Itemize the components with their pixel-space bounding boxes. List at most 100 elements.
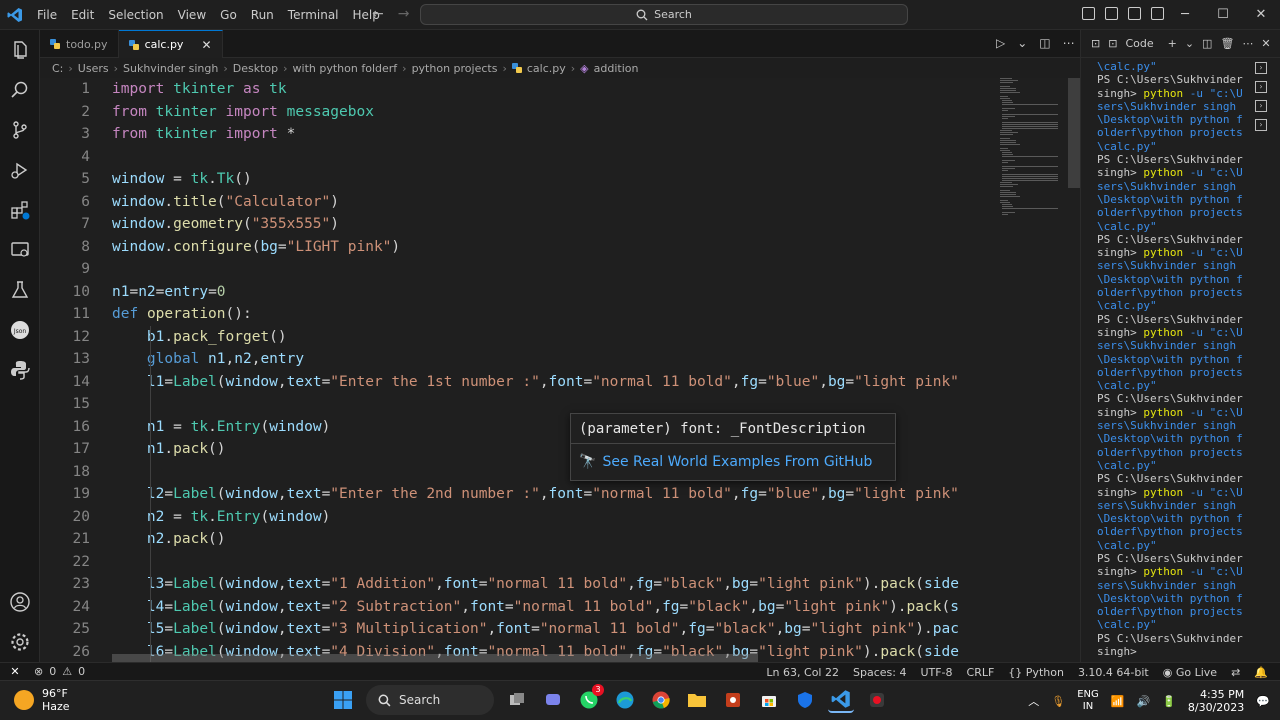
github-examples-link[interactable]: 🔭 See Real World Examples From GitHub (571, 444, 895, 480)
screen-recorder-icon[interactable] (864, 687, 890, 713)
code-line[interactable]: 19 l2=Label(window,text="Enter the 2nd n… (40, 483, 1040, 506)
command-center-search[interactable]: Search (420, 4, 908, 25)
language-mode[interactable]: {} Python (1008, 666, 1064, 679)
more-actions-icon[interactable]: ⋯ (1242, 37, 1253, 50)
weather-widget[interactable]: 96°F Haze (14, 687, 70, 713)
horizontal-scrollbar[interactable] (112, 654, 758, 662)
run-dropdown-icon[interactable]: ⌄ (1017, 36, 1027, 50)
wifi-icon[interactable]: 📶 (1111, 695, 1125, 708)
code-line[interactable]: 5 window = tk.Tk() (40, 168, 1040, 191)
maximize-icon[interactable]: ☐ (1204, 0, 1242, 30)
line-ending[interactable]: CRLF (967, 666, 995, 679)
office-tools-icon[interactable] (720, 687, 746, 713)
notification-center-icon[interactable]: 💬 (1256, 695, 1270, 708)
tab-calc-py[interactable]: calc.py ✕ (118, 30, 223, 58)
trash-icon[interactable]: 🗑 (1220, 37, 1234, 50)
run-debug-icon[interactable] (8, 158, 32, 182)
forward-arrow-icon[interactable]: → (398, 6, 410, 22)
chrome-icon[interactable] (648, 687, 674, 713)
security-shield-icon[interactable] (792, 687, 818, 713)
code-line[interactable]: 12 b1.pack_forget() (40, 326, 1040, 349)
menu-terminal[interactable]: Terminal (281, 8, 346, 22)
code-line[interactable]: 9 (40, 258, 1040, 281)
breadcrumb-item[interactable]: Sukhvinder singh (123, 62, 218, 75)
breadcrumb-item[interactable]: python projects (412, 62, 498, 75)
explorer-icon[interactable] (8, 38, 32, 62)
code-line[interactable]: 11 def operation(): (40, 303, 1040, 326)
file-explorer-icon[interactable] (684, 687, 710, 713)
code-line[interactable]: 6 window.title("Calculator") (40, 191, 1040, 214)
breadcrumb-item[interactable]: Users (78, 62, 109, 75)
go-live-button[interactable]: ◉ Go Live (1163, 666, 1217, 679)
code-line[interactable]: 13 global n1,n2,entry (40, 348, 1040, 371)
vertical-scrollbar[interactable] (1068, 78, 1080, 188)
code-line[interactable]: 7 window.geometry("355x555") (40, 213, 1040, 236)
terminal-instance-icon[interactable]: › (1255, 100, 1267, 112)
settings-gear-icon[interactable] (8, 630, 32, 654)
extensions-icon[interactable] (8, 198, 32, 222)
code-line[interactable]: 24 l4=Label(window,text="2 Subtraction",… (40, 596, 1040, 619)
menu-go[interactable]: Go (213, 8, 244, 22)
speaker-icon[interactable]: 🔊 (1136, 695, 1150, 708)
code-line[interactable]: 20 n2 = tk.Entry(window) (40, 506, 1040, 529)
edge-icon[interactable] (612, 687, 638, 713)
search-view-icon[interactable] (8, 78, 32, 102)
close-panel-icon[interactable]: ✕ (1261, 37, 1270, 50)
close-window-icon[interactable]: ✕ (1242, 0, 1280, 30)
terminal-output[interactable]: \calc.py" PS C:\Users\Sukhvinder singh> … (1097, 60, 1247, 658)
menu-edit[interactable]: Edit (64, 8, 101, 22)
whatsapp-icon[interactable]: 3 (576, 684, 604, 713)
notifications-bell-icon[interactable]: 🔔 (1254, 666, 1268, 679)
code-editor[interactable]: 1 import tkinter as tk 2 from tkinter impor… (40, 78, 1080, 662)
vscode-taskbar-icon[interactable] (828, 687, 854, 713)
code-line[interactable]: 3 from tkinter import * (40, 123, 1040, 146)
more-actions-icon[interactable]: ⋯ (1063, 36, 1075, 50)
tab-todo-py[interactable]: todo.py (40, 30, 119, 58)
encoding[interactable]: UTF-8 (920, 666, 952, 679)
json-icon[interactable]: Json (8, 318, 32, 342)
menu-selection[interactable]: Selection (101, 8, 170, 22)
code-line[interactable]: 21 n2.pack() (40, 528, 1040, 551)
terminal-instance-icon[interactable]: › (1255, 81, 1267, 93)
feedback-icon[interactable]: ⇄ (1231, 666, 1240, 679)
testing-icon[interactable] (8, 278, 32, 302)
microsoft-store-icon[interactable] (756, 687, 782, 713)
breadcrumb-item[interactable]: with python folderf (293, 62, 398, 75)
breadcrumb-item[interactable]: calc.py (527, 62, 566, 75)
cursor-position[interactable]: Ln 63, Col 22 (766, 666, 839, 679)
toggle-sidebar-icon[interactable] (1082, 7, 1095, 20)
run-file-icon[interactable]: ▷ (996, 36, 1005, 50)
terminal-name[interactable]: Code (1125, 37, 1153, 50)
code-line[interactable]: 4 (40, 146, 1040, 169)
back-arrow-icon[interactable]: ← (372, 6, 384, 22)
remote-indicator-icon[interactable]: ✕ (0, 665, 30, 678)
code-line[interactable]: 1 import tkinter as tk (40, 78, 1040, 101)
indentation[interactable]: Spaces: 4 (853, 666, 906, 679)
code-line[interactable]: 10 n1=n2=entry=0 (40, 281, 1040, 304)
source-control-icon[interactable] (8, 118, 32, 142)
code-line[interactable]: 8 window.configure(bg="LIGHT pink") (40, 236, 1040, 259)
close-tab-icon[interactable]: ✕ (201, 38, 211, 52)
customize-layout-icon[interactable] (1151, 7, 1164, 20)
input-language[interactable]: ENG IN (1077, 689, 1099, 713)
terminal-dropdown-icon[interactable]: ⌄ (1185, 37, 1194, 50)
breadcrumb-item[interactable]: Desktop (233, 62, 278, 75)
code-line[interactable]: 14 l1=Label(window,text="Enter the 1st n… (40, 371, 1040, 394)
code-line[interactable]: 23 l3=Label(window,text="1 Addition",fon… (40, 573, 1040, 596)
task-view-icon[interactable] (504, 687, 530, 713)
terminal-instance-icon[interactable]: › (1255, 119, 1267, 131)
split-editor-icon[interactable]: ◫ (1039, 36, 1050, 50)
microphone-icon[interactable]: 🎙 (1051, 695, 1065, 708)
menu-run[interactable]: Run (244, 8, 281, 22)
clock[interactable]: 4:35 PM 8/30/2023 (1188, 688, 1244, 714)
taskbar-search[interactable]: Search (366, 685, 494, 715)
terminal-instance-icon[interactable]: › (1255, 62, 1267, 74)
code-line[interactable]: 2 from tkinter import messagebox (40, 101, 1040, 124)
accounts-icon[interactable] (8, 590, 32, 614)
new-terminal-icon[interactable]: + (1168, 37, 1177, 50)
python-icon[interactable] (8, 358, 32, 382)
chevron-up-icon[interactable]: ︿ (1028, 693, 1039, 709)
split-terminal-icon[interactable]: ◫ (1202, 37, 1212, 50)
minimap[interactable] (1000, 78, 1068, 228)
code-line[interactable]: 25 l5=Label(window,text="3 Multiplicatio… (40, 618, 1040, 641)
